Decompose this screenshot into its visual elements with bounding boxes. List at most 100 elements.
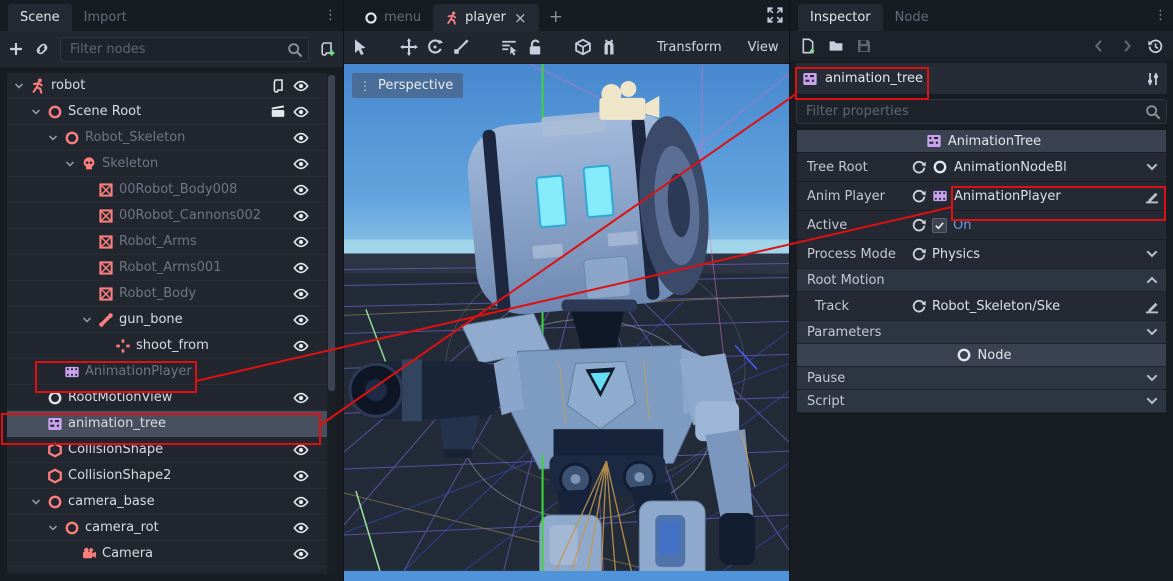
visibility-eye-icon[interactable] [292, 389, 310, 407]
inspector-menu-icon[interactable]: ⋮ [1154, 8, 1167, 23]
visibility-eye-icon[interactable] [292, 467, 310, 485]
visibility-eye-icon[interactable] [292, 259, 310, 277]
checkbox-checked-icon[interactable] [932, 218, 947, 233]
tab-player-scene[interactable]: player × [433, 4, 538, 31]
list-select-tool-button[interactable] [500, 38, 518, 56]
instance-scene-button[interactable] [34, 41, 50, 57]
expand-arrow-icon[interactable] [13, 80, 25, 92]
collapse-chevron-icon[interactable] [1144, 272, 1160, 288]
transform-menu[interactable]: Transform [648, 40, 731, 55]
scrollbar-thumb[interactable] [328, 75, 335, 391]
scene-node-00robot-cannons002[interactable]: 00Robot_Cannons002 [7, 203, 336, 229]
scene-node-robot-skeleton[interactable]: Robot_Skeleton [7, 125, 336, 151]
close-tab-icon[interactable]: × [514, 9, 527, 27]
scene-dock-menu-icon[interactable]: ⋮ [324, 8, 337, 23]
visibility-eye-icon[interactable] [292, 493, 310, 511]
visibility-eye-icon[interactable] [292, 103, 310, 121]
scene-node-scene-root[interactable]: Scene Root [7, 99, 336, 125]
visibility-eye-icon[interactable] [292, 233, 310, 251]
scale-tool-button[interactable] [452, 38, 470, 56]
tab-import[interactable]: Import [72, 4, 139, 31]
snap-button[interactable] [600, 38, 618, 56]
filter-nodes-input[interactable] [60, 37, 309, 62]
dropdown-chevron-icon[interactable] [1144, 159, 1160, 175]
property-value[interactable]: AnimationPlayer [932, 188, 1144, 204]
revert-icon[interactable] [910, 159, 928, 175]
scene-node-collisionshape[interactable]: CollisionShape [7, 437, 336, 463]
visibility-eye-icon[interactable] [292, 311, 310, 329]
expand-chevron-icon[interactable] [1144, 393, 1160, 409]
distraction-free-icon[interactable] [767, 7, 783, 27]
object-tools-icon[interactable] [1145, 71, 1161, 87]
visibility-eye-icon[interactable] [292, 285, 310, 303]
visibility-eye-icon[interactable] [292, 441, 310, 459]
property-value[interactable]: On [932, 218, 1144, 233]
move-tool-button[interactable] [400, 38, 418, 56]
revert-icon[interactable] [910, 298, 928, 314]
scene-node-robot-arms001[interactable]: Robot_Arms001 [7, 255, 336, 281]
scene-node-rootmotionview[interactable]: RootMotionView [7, 385, 336, 411]
add-node-button[interactable] [8, 41, 24, 57]
expand-chevron-icon[interactable] [1144, 324, 1160, 340]
history-button[interactable] [1147, 38, 1163, 54]
edit-icon[interactable] [1144, 298, 1160, 314]
visibility-eye-icon[interactable] [292, 207, 310, 225]
expand-arrow-icon[interactable] [64, 158, 76, 170]
visibility-eye-icon[interactable] [292, 337, 310, 355]
revert-icon[interactable] [910, 188, 928, 204]
scene-node-collisionshape2[interactable]: CollisionShape2 [7, 463, 336, 489]
tab-inspector[interactable]: Inspector [798, 4, 883, 31]
select-tool-button[interactable] [352, 38, 370, 56]
tab-menu-scene[interactable]: menu [352, 4, 433, 31]
scene-node-robot-arms[interactable]: Robot_Arms [7, 229, 336, 255]
expand-arrow-icon[interactable] [30, 106, 42, 118]
attach-script-button[interactable] [319, 41, 335, 57]
save-resource-button[interactable] [856, 38, 872, 54]
scene-node-skeleton[interactable]: Skeleton [7, 151, 336, 177]
history-back-button[interactable] [1091, 38, 1107, 54]
scene-node-camera[interactable]: Camera [7, 541, 336, 567]
scene-tree-scrollbar[interactable] [327, 73, 336, 574]
history-forward-button[interactable] [1119, 38, 1135, 54]
property-value[interactable]: AnimationNodeBl [932, 159, 1144, 175]
scene-node-camera-base[interactable]: camera_base [7, 489, 336, 515]
visibility-eye-icon[interactable] [292, 519, 310, 537]
rotate-tool-button[interactable] [426, 38, 444, 56]
expand-chevron-icon[interactable] [1144, 370, 1160, 386]
group-pause[interactable]: Pause [797, 367, 1166, 390]
scene-node-animation-tree[interactable]: animation_tree [7, 411, 336, 437]
visibility-eye-icon[interactable] [292, 129, 310, 147]
expand-arrow-icon[interactable] [30, 496, 42, 508]
visibility-eye-icon[interactable] [292, 181, 310, 199]
lock-button[interactable] [526, 38, 544, 56]
expand-arrow-icon[interactable] [81, 314, 93, 326]
tab-node[interactable]: Node [883, 4, 941, 31]
visibility-eye-icon[interactable] [292, 77, 310, 95]
local-space-button[interactable] [574, 38, 592, 56]
tab-scene[interactable]: Scene [8, 4, 72, 31]
property-value[interactable]: Physics [932, 247, 1144, 262]
property-value[interactable]: Robot_Skeleton/Ske [932, 299, 1144, 314]
group-parameters[interactable]: Parameters [797, 321, 1166, 344]
visibility-eye-icon[interactable] [292, 155, 310, 173]
group-root-motion[interactable]: Root Motion [797, 269, 1166, 292]
scene-node-robot-body[interactable]: Robot_Body [7, 281, 336, 307]
perspective-menu[interactable]: ⋮ Perspective [352, 73, 463, 98]
scene-node-shoot-from[interactable]: shoot_from [7, 333, 336, 359]
scene-node-robot[interactable]: robot [7, 73, 336, 99]
viewport-3d-scene[interactable]: ⋮ Perspective [344, 64, 789, 581]
script-icon[interactable] [269, 77, 287, 95]
new-resource-button[interactable] [800, 38, 816, 54]
group-script[interactable]: Script [797, 390, 1166, 413]
scene-node-camera-rot[interactable]: camera_rot [7, 515, 336, 541]
revert-icon[interactable] [910, 217, 928, 233]
filter-properties-input[interactable] [796, 99, 1167, 124]
revert-icon[interactable] [910, 246, 928, 262]
new-scene-tab-button[interactable]: + [549, 7, 563, 27]
scene-node-00robot-body008[interactable]: 00Robot_Body008 [7, 177, 336, 203]
load-resource-button[interactable] [828, 38, 844, 54]
visibility-eye-icon[interactable] [292, 545, 310, 563]
view-menu[interactable]: View [739, 40, 788, 55]
scene-node-gun-bone[interactable]: gun_bone [7, 307, 336, 333]
dropdown-chevron-icon[interactable] [1144, 246, 1160, 262]
